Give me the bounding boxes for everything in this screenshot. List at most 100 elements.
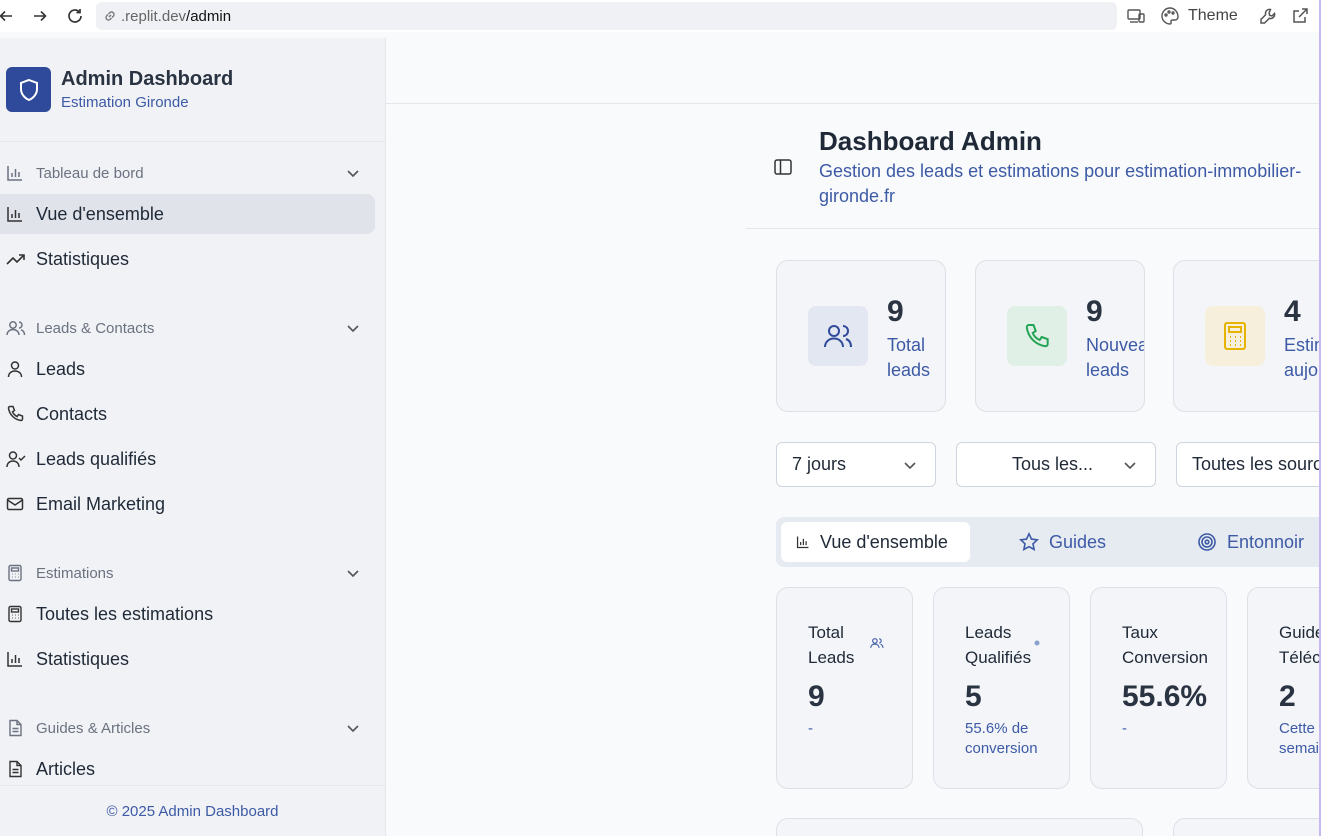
sidebar-item-label: Leads qualifiés xyxy=(36,448,157,469)
kpi-title: Taux Conversion xyxy=(1122,623,1208,667)
kpi-card-guides: Guides Téléchargés 2 Cette semaine xyxy=(1247,587,1326,789)
sidebar-subtitle: Estimation Gironde xyxy=(61,94,189,111)
tab-guides[interactable]: Guides xyxy=(1019,522,1129,562)
group-label: Leads & Contacts xyxy=(36,319,155,337)
back-arrow-icon[interactable] xyxy=(0,6,16,26)
file-text-icon xyxy=(6,760,24,778)
bar-chart-icon xyxy=(6,205,24,223)
users-icon xyxy=(870,636,884,650)
page-title: Dashboard Admin xyxy=(819,126,1042,156)
kpi-title: Leads Qualifiés xyxy=(965,623,1032,667)
tab-label: Entonnoir xyxy=(1227,531,1305,552)
kpi-card-taux-conversion: Taux Conversion 55.6% - xyxy=(1090,587,1227,789)
chart-card xyxy=(776,818,1143,836)
star-icon xyxy=(1019,532,1039,552)
sidebar-toggle-icon[interactable] xyxy=(773,157,793,177)
user-check-icon xyxy=(6,450,26,468)
kpi-value: 5 xyxy=(965,680,982,713)
url-bar[interactable]: .replit.dev/admin xyxy=(96,2,1117,30)
sidebar-item-label: Contacts xyxy=(36,403,108,424)
wrench-icon[interactable] xyxy=(1258,4,1278,28)
chevron-down-icon xyxy=(1122,457,1138,473)
phone-icon xyxy=(6,405,24,423)
chevron-down-icon xyxy=(345,320,361,336)
sidebar-item-email-marketing[interactable]: Email Marketing xyxy=(0,484,375,524)
select-value: 7 jours xyxy=(792,454,847,474)
tab-label: Vue d'ensemble xyxy=(820,531,948,552)
kpi-card-total-leads: Total Leads 9 - xyxy=(776,587,913,789)
tab-list: Vue d'ensemble Guides Entonnoir xyxy=(776,517,1326,567)
stat-card-nouveaux-leads: 9 Nouveaux leads xyxy=(975,260,1145,412)
file-icon xyxy=(6,719,24,737)
chevron-down-icon xyxy=(902,457,918,473)
sidebar-item-estimations-statistiques[interactable]: Statistiques xyxy=(0,639,375,679)
group-label: Tableau de bord xyxy=(36,164,144,182)
header-divider xyxy=(746,228,1326,229)
chevron-down-icon xyxy=(345,565,361,581)
sidebar-item-contacts[interactable]: Contacts xyxy=(0,394,375,434)
group-estimations[interactable]: Estimations xyxy=(0,558,385,588)
sidebar-item-label: Email Marketing xyxy=(36,493,166,514)
main-top-bar xyxy=(386,38,1326,104)
mail-icon xyxy=(6,495,24,513)
group-guides-articles[interactable]: Guides & Articles xyxy=(0,713,385,743)
sidebar-item-label: Vue d'ensemble xyxy=(36,203,164,224)
bar-chart-icon xyxy=(6,164,24,182)
sidebar-footer: © 2025 Admin Dashboard xyxy=(0,785,385,836)
url-host: .replit.dev xyxy=(121,7,187,25)
bar-chart-icon xyxy=(796,535,810,549)
sidebar-item-toutes-estimations[interactable]: Toutes les estimations xyxy=(0,594,375,634)
phone-icon xyxy=(1007,306,1067,366)
chart-card xyxy=(1173,818,1326,836)
sidebar: Admin Dashboard Estimation Gironde Table… xyxy=(0,38,386,836)
theme-label: Theme xyxy=(1188,7,1238,24)
target-icon xyxy=(1197,532,1217,552)
status-select[interactable]: Tous les... xyxy=(956,442,1156,487)
theme-button[interactable]: Theme xyxy=(1160,4,1238,28)
tab-label: Guides xyxy=(1049,531,1107,552)
tab-entonnoir[interactable]: Entonnoir xyxy=(1197,522,1326,562)
page-description: Gestion des leads et estimations pour es… xyxy=(819,161,1302,206)
sidebar-item-articles[interactable]: Articles xyxy=(0,749,375,789)
sidebar-item-leads-qualifies[interactable]: Leads qualifiés xyxy=(0,439,375,479)
dot-icon xyxy=(1034,640,1040,646)
devices-icon[interactable] xyxy=(1126,4,1146,28)
reload-icon[interactable] xyxy=(65,6,85,26)
external-link-icon[interactable] xyxy=(1291,4,1309,28)
kpi-value: 55.6% xyxy=(1122,680,1208,713)
sidebar-item-statistiques[interactable]: Statistiques xyxy=(0,239,375,279)
calculator-icon xyxy=(1205,306,1265,366)
kpi-sub: - xyxy=(1122,720,1127,737)
shield-icon xyxy=(6,67,51,112)
select-value: Tous les... xyxy=(1012,454,1094,474)
sidebar-item-label: Statistiques xyxy=(36,248,130,269)
stat-card-total-leads: 9 Total leads xyxy=(776,260,946,412)
group-tableau-de-bord[interactable]: Tableau de bord xyxy=(0,158,385,188)
select-value: Toutes les sources xyxy=(1192,454,1326,474)
calculator-icon xyxy=(6,564,24,582)
calculator-icon xyxy=(6,605,24,623)
period-select[interactable]: 7 jours xyxy=(776,442,936,487)
kpi-card-leads-qualifies: Leads Qualifiés 5 55.6% de conversion xyxy=(933,587,1070,789)
window-edge xyxy=(1319,0,1326,836)
forward-arrow-icon[interactable] xyxy=(30,6,50,26)
kpi-value: 9 xyxy=(808,680,825,713)
tab-vue-ensemble[interactable]: Vue d'ensemble xyxy=(781,522,970,562)
group-leads-contacts[interactable]: Leads & Contacts xyxy=(0,313,385,343)
sidebar-item-vue-ensemble[interactable]: Vue d'ensemble xyxy=(0,194,375,234)
sidebar-item-label: Articles xyxy=(36,758,96,779)
sidebar-item-label: Statistiques xyxy=(36,648,130,669)
source-select[interactable]: Toutes les sources xyxy=(1176,442,1326,487)
group-label: Estimations xyxy=(36,564,114,582)
users-icon xyxy=(808,306,868,366)
sidebar-item-leads[interactable]: Leads xyxy=(0,349,375,389)
sidebar-header: Admin Dashboard Estimation Gironde xyxy=(0,38,385,142)
sidebar-item-label: Leads xyxy=(36,358,86,379)
chevron-down-icon xyxy=(345,165,361,181)
chevron-down-icon xyxy=(345,720,361,736)
bar-chart-icon xyxy=(6,650,24,668)
users-icon xyxy=(6,319,26,337)
kpi-sub: 55.6% de conversion xyxy=(965,720,1038,757)
stat-value: 4 xyxy=(1284,295,1301,328)
stat-label: Nouveaux leads xyxy=(1086,335,1144,380)
